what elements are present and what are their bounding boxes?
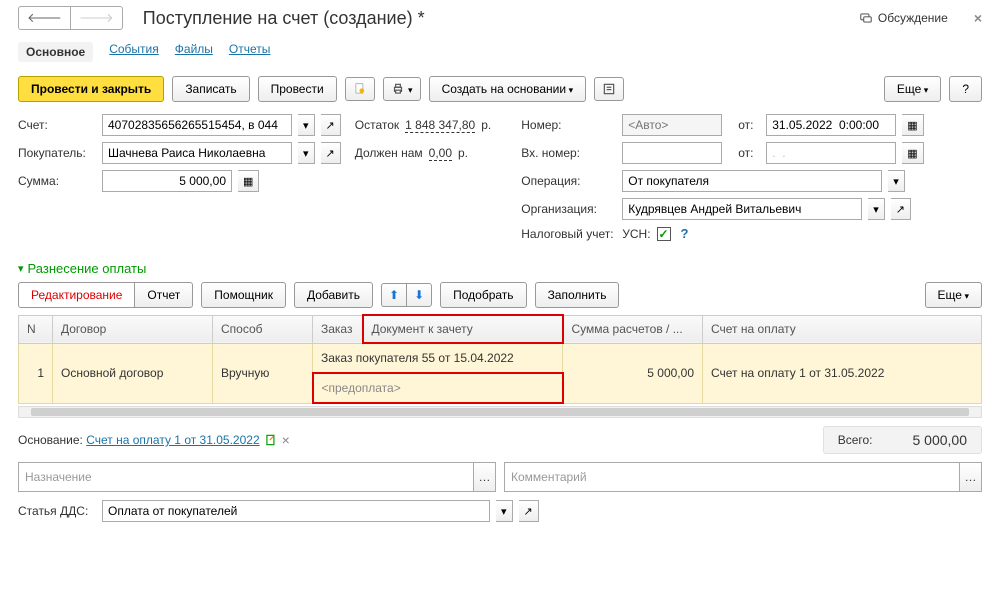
- list-icon: [602, 82, 616, 96]
- post-and-close-button[interactable]: Провести и закрыть: [18, 76, 164, 102]
- related-button[interactable]: [594, 77, 624, 102]
- save-button[interactable]: Записать: [172, 76, 249, 102]
- comment-expand[interactable]: …: [960, 462, 982, 492]
- payment-table: N Договор Способ Заказ Документ к зачету…: [18, 314, 982, 404]
- num-input[interactable]: [622, 114, 722, 136]
- add-row-button[interactable]: Добавить: [294, 282, 373, 308]
- dds-open[interactable]: ↗: [519, 500, 539, 522]
- discussion-link[interactable]: Обсуждение: [859, 11, 948, 25]
- owe-label: Должен нам: [355, 146, 423, 160]
- help-button[interactable]: ?: [949, 76, 982, 102]
- date-picker[interactable]: ▦: [902, 114, 923, 136]
- account-input[interactable]: [102, 114, 292, 136]
- attach-button[interactable]: [345, 77, 375, 102]
- tax-label: Налоговый учет:: [521, 227, 616, 241]
- tab-files[interactable]: Файлы: [175, 42, 213, 62]
- tab-events[interactable]: События: [109, 42, 159, 62]
- col-n[interactable]: N: [19, 315, 53, 343]
- balance-label: Остаток: [355, 118, 399, 132]
- nav-back-button[interactable]: 🡐: [18, 6, 70, 30]
- basis-open-icon[interactable]: [264, 433, 278, 448]
- tab-reports[interactable]: Отчеты: [229, 42, 270, 62]
- buyer-label: Покупатель:: [18, 146, 96, 160]
- move-up-button[interactable]: ⬆: [381, 283, 406, 307]
- page-title: Поступление на счет (создание) *: [143, 8, 851, 29]
- buyer-input[interactable]: [102, 142, 292, 164]
- report-mode-button[interactable]: Отчет: [134, 282, 193, 308]
- org-input[interactable]: [622, 198, 862, 220]
- org-label: Организация:: [521, 202, 616, 216]
- dds-dropdown[interactable]: ▾: [496, 500, 513, 522]
- col-contract[interactable]: Договор: [53, 315, 213, 343]
- col-invoice[interactable]: Счет на оплату: [703, 315, 982, 343]
- comment-input[interactable]: Комментарий: [504, 462, 960, 492]
- tax-help-icon[interactable]: ?: [681, 226, 689, 241]
- num-label: Номер:: [521, 118, 616, 132]
- total-value: 5 000,00: [913, 432, 968, 448]
- balance-value[interactable]: 1 848 347,80: [405, 118, 475, 133]
- tax-checkbox[interactable]: ✓: [657, 227, 671, 241]
- account-open[interactable]: ↗: [321, 114, 341, 136]
- grid-more-button[interactable]: Еще: [925, 282, 982, 308]
- owe-value[interactable]: 0,00: [429, 146, 452, 161]
- sum-calc[interactable]: ▦: [238, 170, 259, 192]
- nav-fwd-button[interactable]: 🡒: [70, 6, 123, 30]
- from-label: от:: [738, 118, 760, 132]
- op-input[interactable]: [622, 170, 882, 192]
- more-button[interactable]: Еще: [884, 76, 941, 102]
- purpose-input[interactable]: Назначение: [18, 462, 474, 492]
- basis-clear-icon[interactable]: ×: [282, 432, 290, 448]
- tab-main[interactable]: Основное: [18, 42, 93, 62]
- col-order[interactable]: Заказ: [313, 315, 363, 343]
- org-open[interactable]: ↗: [891, 198, 911, 220]
- post-button[interactable]: Провести: [258, 76, 337, 102]
- buyer-dropdown[interactable]: ▾: [298, 142, 315, 164]
- col-doc[interactable]: Документ к зачету: [363, 315, 563, 343]
- tabs-bar: Основное События Файлы Отчеты: [18, 38, 982, 66]
- dds-input[interactable]: [102, 500, 490, 522]
- sum-label: Сумма:: [18, 174, 96, 188]
- pick-button[interactable]: Подобрать: [440, 282, 526, 308]
- create-from-button[interactable]: Создать на основании: [429, 76, 587, 102]
- fill-button[interactable]: Заполнить: [535, 282, 620, 308]
- document-icon: [353, 82, 367, 96]
- account-label: Счет:: [18, 118, 96, 132]
- buyer-open[interactable]: ↗: [321, 142, 341, 164]
- org-dropdown[interactable]: ▾: [868, 198, 885, 220]
- tax-value: УСН:: [622, 227, 650, 241]
- date-input[interactable]: [766, 114, 896, 136]
- helper-button[interactable]: Помощник: [201, 282, 286, 308]
- table-hscrollbar[interactable]: [18, 406, 982, 418]
- date2-input[interactable]: [766, 142, 896, 164]
- col-sum[interactable]: Сумма расчетов / ...: [563, 315, 703, 343]
- table-row[interactable]: 1 Основной договор Вручную Заказ покупат…: [19, 343, 982, 373]
- purpose-expand[interactable]: …: [474, 462, 496, 492]
- op-dropdown[interactable]: ▾: [888, 170, 905, 192]
- innum-input[interactable]: [622, 142, 722, 164]
- from2-label: от:: [738, 146, 760, 160]
- account-dropdown[interactable]: ▾: [298, 114, 315, 136]
- op-label: Операция:: [521, 174, 616, 188]
- edit-mode-button[interactable]: Редактирование: [18, 282, 134, 308]
- print-button[interactable]: [383, 77, 421, 102]
- sum-input[interactable]: [102, 170, 232, 192]
- chat-icon: [859, 11, 873, 25]
- col-method[interactable]: Способ: [213, 315, 313, 343]
- date2-picker[interactable]: ▦: [902, 142, 923, 164]
- payment-section-toggle[interactable]: Разнесение оплаты: [18, 261, 146, 276]
- basis-link[interactable]: Счет на оплату 1 от 31.05.2022: [86, 433, 259, 447]
- total-label: Всего:: [838, 433, 873, 447]
- dds-label: Статья ДДС:: [18, 504, 96, 518]
- move-down-button[interactable]: ⬇: [406, 283, 432, 307]
- close-icon[interactable]: ×: [974, 10, 982, 26]
- printer-icon: [391, 82, 405, 96]
- basis-label: Основание:: [18, 433, 83, 447]
- innum-label: Вх. номер:: [521, 146, 616, 160]
